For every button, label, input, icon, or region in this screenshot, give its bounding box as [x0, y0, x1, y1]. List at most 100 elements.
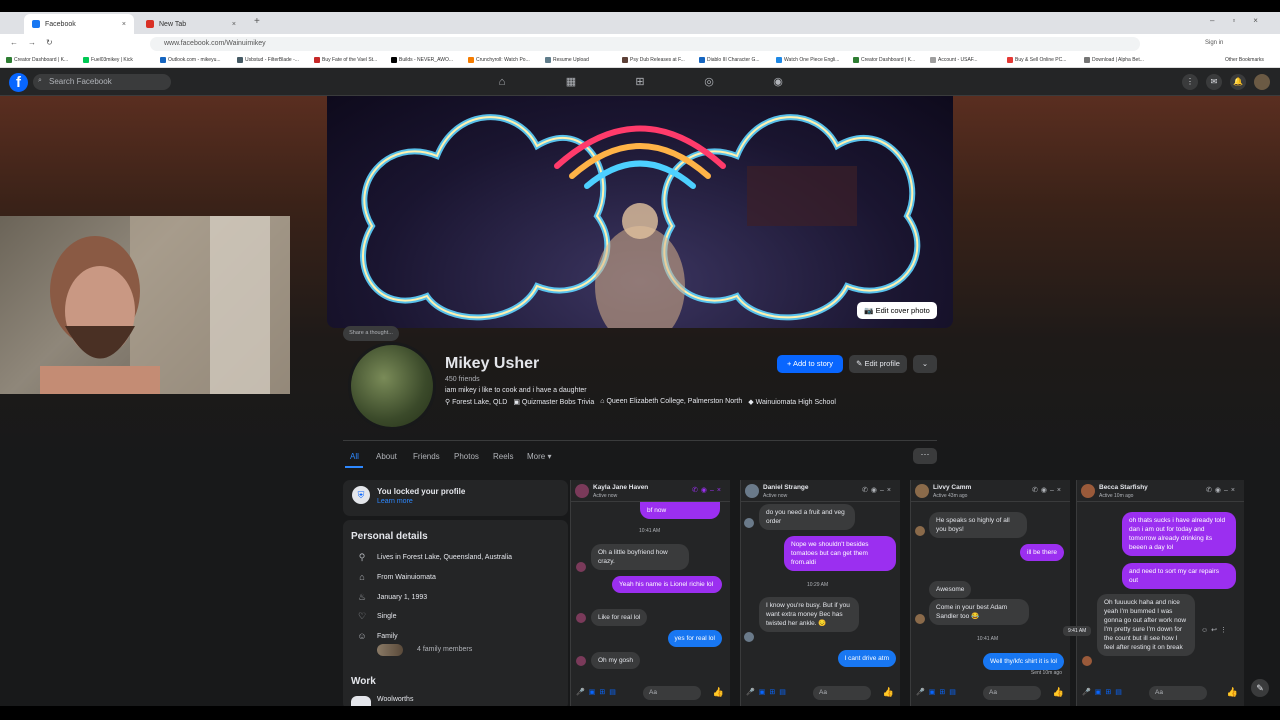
calendar-icon[interactable]: ▦	[564, 75, 578, 89]
bookmark-item[interactable]: Diablo III Character G...	[699, 57, 760, 63]
add-to-story-button[interactable]: + Add to story	[777, 355, 843, 373]
shield-lock-icon: ⛨	[352, 486, 370, 504]
bookmark-favicon-icon	[1084, 57, 1090, 63]
bookmark-item[interactable]: Watch One Piece Engli...	[776, 57, 839, 63]
notifications-bell-icon[interactable]: 🔔	[1230, 74, 1246, 90]
bookmark-item[interactable]: Buy & Sell Online PC...	[1007, 57, 1066, 63]
bookmark-favicon-icon	[699, 57, 705, 63]
chat-window-daniel[interactable]: Daniel Strange Active now ✆◉–× do you ne…	[740, 480, 900, 706]
edit-cover-photo-button[interactable]: 📷 Edit cover photo	[857, 302, 937, 319]
tab-reels[interactable]: Reels	[493, 452, 513, 461]
browser-tab-facebook[interactable]: Facebook ×	[24, 14, 134, 34]
chevron-down-icon[interactable]: ⌄	[913, 355, 937, 373]
locked-title: You locked your profile	[377, 487, 466, 496]
bookmark-favicon-icon	[776, 57, 782, 63]
thumbs-up-icon[interactable]: 👍	[1227, 687, 1238, 698]
facebook-logo-icon[interactable]: f	[9, 73, 28, 92]
chat-header[interactable]: Daniel Strange Active now ✆◉–×	[741, 480, 900, 502]
chat-window-becca[interactable]: Becca Starfishy Active 10m ago ✆◉–× oh t…	[1063, 480, 1244, 706]
camera-icon: 📷	[864, 306, 876, 315]
nav-buttons[interactable]: ←→↻	[10, 38, 63, 47]
friends-count[interactable]: 450 friends	[445, 376, 480, 383]
bookmark-item[interactable]: Buy Fate of the Vael St...	[314, 57, 377, 63]
chat-message-input[interactable]: Aa	[643, 686, 701, 700]
bookmark-item[interactable]: Usbstud - FilterBlade -...	[237, 57, 299, 63]
bookmark-item[interactable]: Creator Dashboard | K...	[853, 57, 915, 63]
chat-header[interactable]: Livvy Camm Active 43m ago ✆◉–×	[911, 480, 1070, 502]
message-bubble: yes for real lol	[667, 630, 722, 647]
bookmark-label: Buy & Sell Online PC...	[1015, 57, 1067, 63]
webcam-overlay	[0, 216, 290, 394]
tab-about[interactable]: About	[376, 452, 397, 461]
menu-grid-icon[interactable]: ⋮	[1182, 74, 1198, 90]
chat-header-icons[interactable]: ✆◉–×	[1206, 486, 1238, 494]
chat-header[interactable]: Kayla Jane Haven Active now ✆◉–×	[571, 480, 730, 502]
chat-header-icons[interactable]: ✆◉–×	[692, 486, 724, 494]
search-input[interactable]: Search Facebook	[33, 74, 171, 90]
chat-attach-icons[interactable]: 🎤▣⊞▤	[746, 688, 790, 696]
bookmark-label: Creator Dashboard | K...	[14, 57, 69, 63]
account-avatar[interactable]	[1254, 74, 1270, 90]
bookmark-item[interactable]: Crunchyroll: Watch Po...	[468, 57, 530, 63]
share-thought-bubble[interactable]: Share a thought...	[343, 326, 399, 341]
message-actions-icons[interactable]: ☺↩⋮	[1201, 626, 1230, 634]
thumbs-up-icon[interactable]: 👍	[1053, 687, 1064, 698]
detail-location: ⚲ Lives in Forest Lake, Queensland, Austr…	[356, 552, 512, 563]
message-timestamp: 10:41 AM	[639, 528, 661, 534]
bookmark-label: Psy Dub Releases at F...	[630, 57, 685, 63]
bookmark-item[interactable]: Builds - NEVER_AWO...	[391, 57, 453, 63]
new-tab-plus-icon[interactable]: +	[254, 16, 260, 27]
compose-new-message-icon[interactable]: ✎	[1251, 679, 1269, 697]
chat-header-icons[interactable]: ✆◉–×	[862, 486, 894, 494]
browser-tab-new[interactable]: New Tab ×	[138, 14, 244, 34]
chat-name: Livvy Camm	[933, 484, 972, 491]
chat-header[interactable]: Becca Starfishy Active 10m ago ✆◉–×	[1077, 480, 1244, 502]
address-bar[interactable]: www.facebook.com/Wainuimikey	[150, 37, 1140, 51]
chat-message-input[interactable]: Aa	[1149, 686, 1207, 700]
bookmark-item[interactable]: Resume Upload	[545, 57, 589, 63]
bookmark-item[interactable]: Creator Dashboard | K...	[6, 57, 68, 63]
detail-relationship: ♡ Single	[356, 611, 397, 622]
family-members-link[interactable]: 4 family members	[417, 646, 472, 653]
more-options-icon[interactable]: ···	[913, 448, 937, 464]
groups-icon[interactable]: ◎	[702, 75, 716, 89]
window-controls[interactable]: –▫×	[1210, 16, 1276, 25]
bookmark-item[interactable]: Download | Alpha Bet...	[1084, 57, 1144, 63]
home-icon[interactable]: ⌂	[495, 75, 509, 89]
bookmark-item[interactable]: Account - USAF...	[930, 57, 977, 63]
bookmark-item[interactable]: Fuel03mikey | Kick	[83, 57, 133, 63]
location-pin-icon: ⚲	[445, 399, 451, 406]
bottom-bar	[0, 706, 1280, 720]
tab-friends[interactable]: Friends	[413, 452, 440, 461]
close-tab-icon[interactable]: ×	[122, 21, 126, 28]
tab-more[interactable]: More ▾	[527, 452, 551, 461]
tab-all[interactable]: All	[350, 452, 359, 461]
messenger-icon[interactable]: ✉	[1206, 74, 1222, 90]
family-avatars[interactable]	[377, 644, 403, 656]
bookmark-favicon-icon	[1007, 57, 1013, 63]
learn-more-link[interactable]: Learn more	[377, 498, 413, 505]
chat-header-icons[interactable]: ✆◉–×	[1032, 486, 1064, 494]
chat-status: Active now	[593, 493, 618, 499]
chat-attach-icons[interactable]: 🎤▣⊞▤	[1082, 688, 1126, 696]
tab-photos[interactable]: Photos	[454, 452, 479, 461]
bookmark-item[interactable]: Outlook.com - mikeyu...	[160, 57, 221, 63]
gaming-icon[interactable]: ◉	[771, 75, 785, 89]
bookmark-item[interactable]: Psy Dub Releases at F...	[622, 57, 685, 63]
chat-attach-icons[interactable]: 🎤▣⊞▤	[576, 688, 620, 696]
thumbs-up-icon[interactable]: 👍	[713, 687, 724, 698]
chat-window-kayla[interactable]: Kayla Jane Haven Active now ✆◉–× bf now …	[570, 480, 730, 706]
chat-attach-icons[interactable]: 🎤▣⊞▤	[916, 688, 960, 696]
edit-profile-button[interactable]: ✎ Edit profile	[849, 355, 907, 373]
profile-avatar[interactable]	[348, 342, 436, 430]
close-tab-icon[interactable]: ×	[232, 21, 236, 28]
marketplace-icon[interactable]: ⊞	[633, 75, 647, 89]
chat-message-input[interactable]: Aa	[813, 686, 871, 700]
bookmark-favicon-icon	[314, 57, 320, 63]
chat-message-input[interactable]: Aa	[983, 686, 1041, 700]
sign-in-button[interactable]: Sign in	[1205, 40, 1223, 46]
other-bookmarks[interactable]: Other Bookmarks	[1225, 57, 1264, 63]
thumbs-up-icon[interactable]: 👍	[883, 687, 894, 698]
detail-hometown: ⌂ From Wainuiomata	[356, 572, 436, 582]
chat-window-livvy[interactable]: Livvy Camm Active 43m ago ✆◉–× He speaks…	[910, 480, 1070, 706]
